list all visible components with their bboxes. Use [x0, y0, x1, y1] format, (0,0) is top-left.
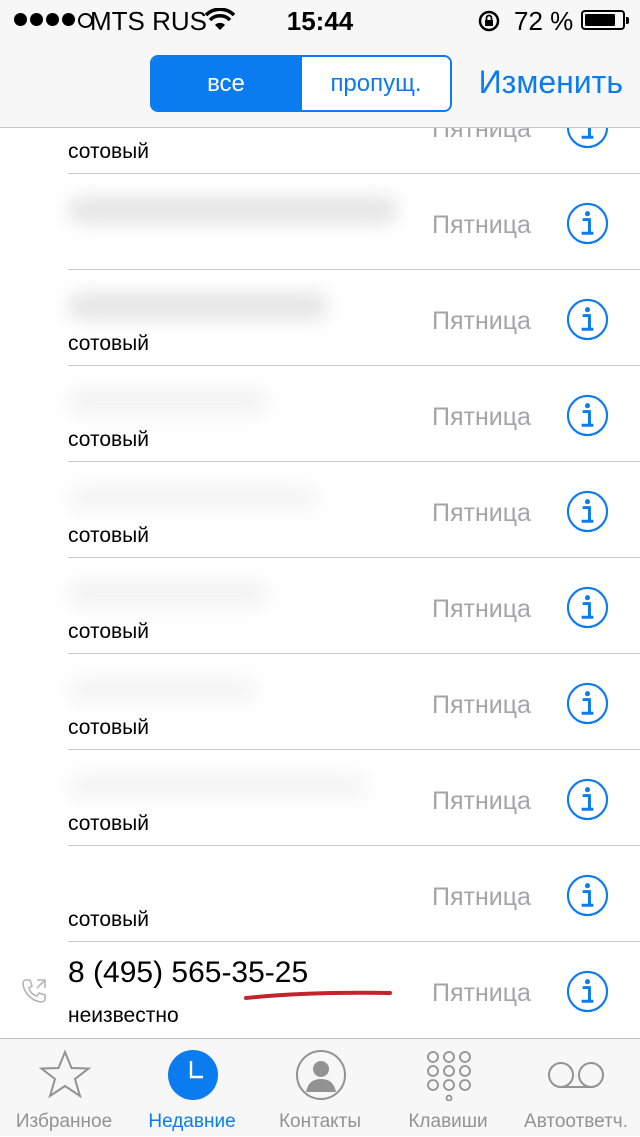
filter-segmented-control: все пропущ. — [150, 55, 452, 112]
status-bar: MTS RUS 15:44 72 % — [0, 0, 640, 40]
info-icon[interactable] — [566, 394, 609, 437]
segment-missed[interactable]: пропущ. — [300, 57, 450, 110]
red-underline-mark — [244, 990, 392, 1000]
tab-favorites[interactable]: Избранное — [0, 1039, 128, 1137]
call-row[interactable]: сотовый Пятница — [0, 750, 640, 846]
call-day: Пятница — [432, 595, 531, 623]
info-icon[interactable] — [566, 970, 609, 1013]
info-icon[interactable] — [566, 778, 609, 821]
tab-recents[interactable]: Недавние — [128, 1039, 256, 1137]
call-day: Пятница — [432, 307, 531, 335]
call-type: сотовый — [68, 428, 149, 451]
outgoing-call-icon — [22, 979, 46, 1003]
voicemail-icon — [548, 1062, 604, 1088]
info-icon[interactable] — [566, 202, 609, 245]
call-row[interactable]: сотовый Пятница — [0, 462, 640, 558]
tab-favorites-label: Избранное — [15, 1111, 113, 1132]
tab-keypad-label: Клавиши — [408, 1111, 488, 1132]
call-row[interactable]: сотовый Пятница — [0, 128, 640, 174]
tab-recents-label: Недавние — [148, 1111, 236, 1132]
tab-voicemail-label: Автоответч. — [524, 1111, 628, 1132]
contact-icon — [296, 1050, 346, 1100]
call-row[interactable]: сотовый Пятница — [0, 846, 640, 942]
info-icon[interactable] — [566, 128, 609, 149]
redacted-name — [68, 772, 368, 800]
call-day: Пятница — [432, 883, 531, 911]
edit-button[interactable]: Изменить — [479, 64, 623, 101]
recent-calls-list[interactable]: сотовый Пятница Пятница сотовый Пятница … — [0, 128, 640, 1038]
info-icon[interactable] — [566, 682, 609, 725]
info-icon[interactable] — [566, 490, 609, 533]
call-type: сотовый — [68, 908, 149, 931]
battery-percent: 72 % — [514, 6, 574, 36]
info-icon[interactable] — [566, 586, 609, 629]
tab-keypad[interactable]: Клавиши — [384, 1039, 512, 1137]
segment-all[interactable]: все — [152, 57, 300, 110]
call-type: сотовый — [68, 812, 149, 835]
clock-icon — [168, 1050, 218, 1100]
keypad-icon — [427, 1051, 471, 1101]
redacted-name — [68, 676, 258, 704]
call-day: Пятница — [432, 128, 531, 143]
call-row[interactable]: сотовый Пятница — [0, 654, 640, 750]
call-row[interactable]: сотовый Пятница — [0, 270, 640, 366]
battery-icon — [581, 10, 629, 30]
call-day: Пятница — [432, 787, 531, 815]
info-icon[interactable] — [566, 874, 609, 917]
call-day: Пятница — [432, 403, 531, 431]
tab-bar: Избранное Недавние Контакты Клавиши Авто… — [0, 1038, 640, 1136]
call-row[interactable]: сотовый Пятница — [0, 558, 640, 654]
redacted-name — [68, 196, 398, 224]
call-type: неизвестно — [68, 1004, 179, 1027]
rotation-lock-icon — [478, 10, 500, 32]
redacted-name — [68, 388, 268, 416]
call-day: Пятница — [432, 499, 531, 527]
redacted-name — [68, 292, 328, 320]
call-day: Пятница — [432, 691, 531, 719]
tab-contacts[interactable]: Контакты — [256, 1039, 384, 1137]
info-icon[interactable] — [566, 298, 609, 341]
call-type: сотовый — [68, 524, 149, 547]
call-type: сотовый — [68, 332, 149, 355]
call-type: сотовый — [68, 620, 149, 643]
call-row[interactable]: 8 (495) 565-35-25 неизвестно Пятница — [0, 942, 640, 1038]
navigation-bar: все пропущ. Изменить — [0, 40, 640, 128]
call-type: сотовый — [68, 140, 149, 163]
call-type: сотовый — [68, 716, 149, 739]
call-row[interactable]: сотовый Пятница — [0, 366, 640, 462]
call-day: Пятница — [432, 979, 531, 1007]
redacted-name — [68, 484, 318, 512]
redacted-name — [68, 580, 268, 608]
tab-voicemail[interactable]: Автоответч. — [512, 1039, 640, 1137]
call-row[interactable]: Пятница — [0, 174, 640, 270]
call-day: Пятница — [432, 211, 531, 239]
star-icon — [39, 1049, 91, 1099]
caller-name: 8 (495) 565-35-25 — [68, 956, 309, 989]
tab-contacts-label: Контакты — [278, 1111, 362, 1132]
